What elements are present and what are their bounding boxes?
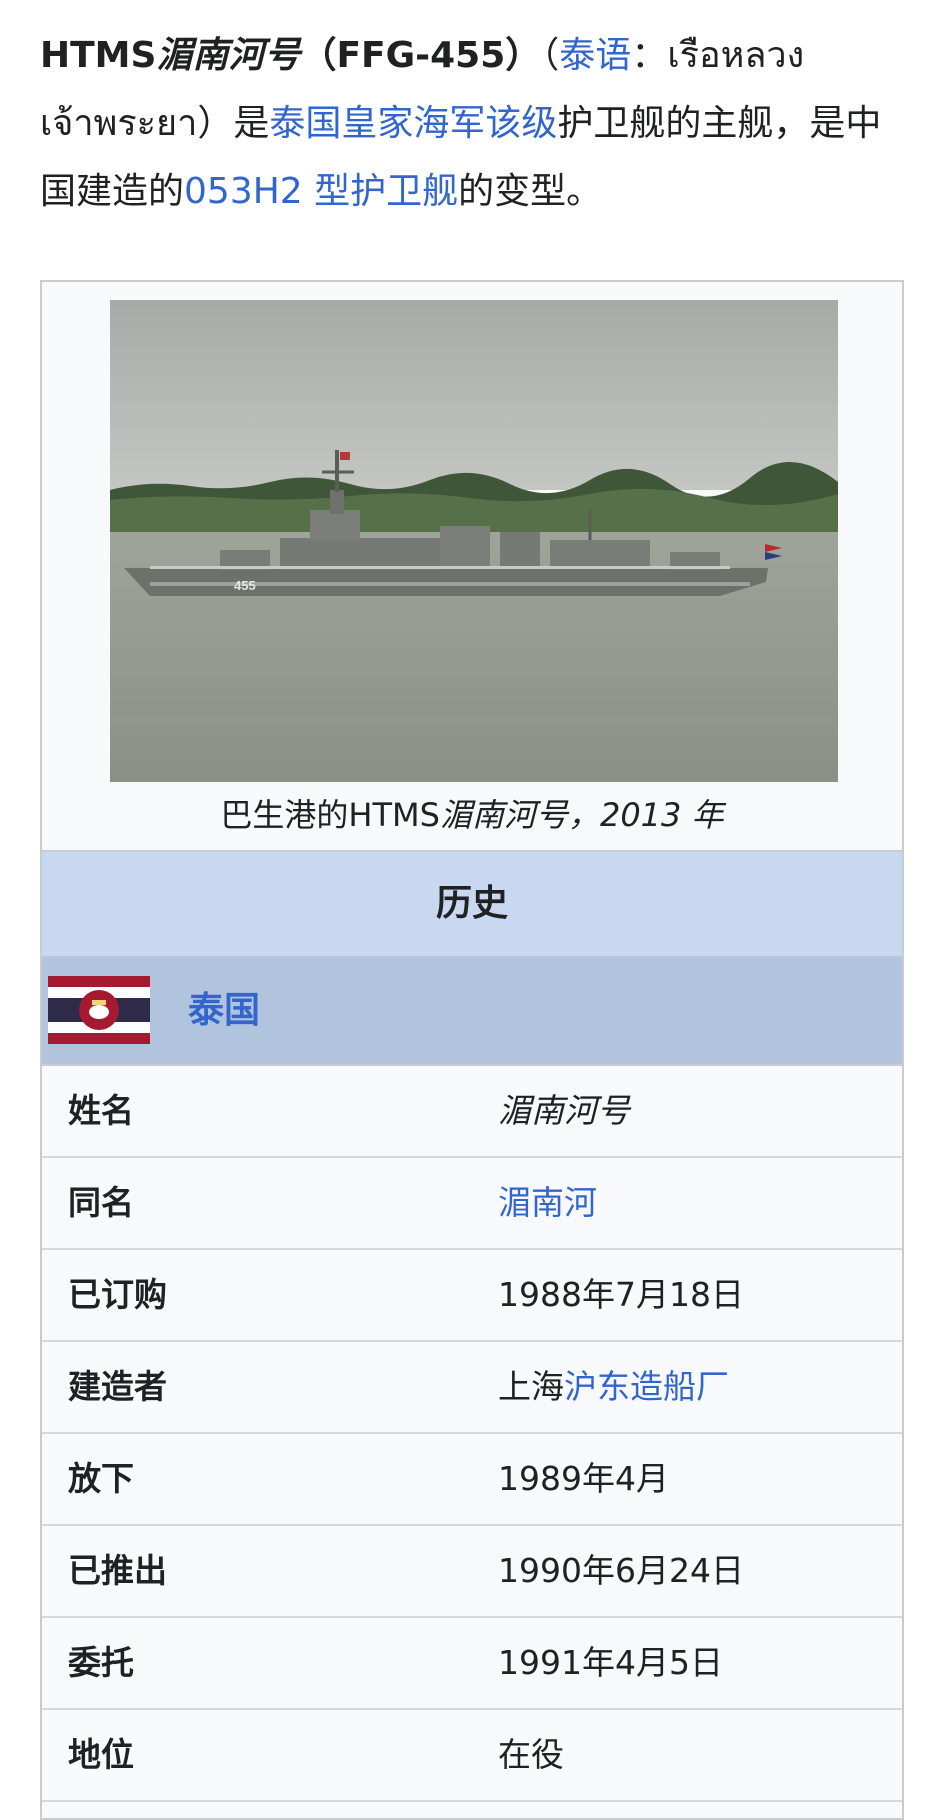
info-row-name: 姓名 湄南河号 — [42, 1066, 902, 1158]
intro-text-is: 是 — [233, 103, 270, 144]
row-label: 地位 — [68, 1735, 134, 1774]
info-row-namesake: 同名 湄南河 — [42, 1158, 902, 1250]
ship-photo[interactable]: 455 — [110, 300, 838, 782]
row-label: 放下 — [68, 1459, 134, 1498]
row-value: 1990年6月24日 — [498, 1551, 744, 1590]
namesake-link[interactable]: 湄南河 — [498, 1158, 597, 1248]
row-label: 同名 — [68, 1183, 134, 1222]
caption-prefix: 巴生港的HTMS — [220, 796, 440, 834]
info-row-commissioned: 委托 1991年4月5日 — [42, 1618, 902, 1710]
article-title-name: 湄南河号 — [156, 35, 301, 76]
row-label: 委托 — [68, 1643, 134, 1682]
hull-number-marking: 455 — [234, 578, 256, 593]
country-link-thailand[interactable]: 泰国 — [188, 958, 260, 1066]
row-label: 建造者 — [68, 1367, 167, 1406]
infobox: 455 巴生港的HTMS湄南河号，2013 年 历史 泰国 姓名 湄南河号 同名… — [40, 280, 904, 1820]
open-paren: （ — [541, 35, 560, 76]
row-value: 湄南河号 — [498, 1091, 630, 1130]
builder-city: 上海 — [498, 1367, 564, 1406]
builder-link[interactable]: 沪东造船厂 — [564, 1367, 729, 1406]
info-row-launched: 已推出 1990年6月24日 — [42, 1526, 902, 1618]
colon: ： — [631, 35, 668, 76]
info-row-ordered: 已订购 1988年7月18日 — [42, 1250, 902, 1342]
row-label: 姓名 — [68, 1091, 134, 1130]
royal-thai-navy-class-link[interactable]: 泰国皇家海军该级 — [269, 103, 557, 144]
intro-text-end: 的变型。 — [458, 171, 603, 212]
row-value: 1988年7月18日 — [498, 1275, 744, 1314]
intro-paragraph: HTMS湄南河号（FFG-455）（泰语：เรือหลวงเจ้าพระยา）是… — [40, 22, 910, 226]
thai-navy-flag-icon — [48, 976, 150, 1044]
thai-language-link[interactable]: 泰语 — [559, 35, 631, 76]
row-value: 1989年4月 — [498, 1459, 669, 1498]
caption-italic: 湄南河号，2013 年 — [439, 796, 724, 834]
row-value: 上海沪东造船厂 — [498, 1342, 729, 1432]
close-paren: ） — [197, 103, 234, 144]
info-row-builder: 建造者 上海沪东造船厂 — [42, 1342, 902, 1434]
article-title-prefix: HTMS — [40, 35, 157, 76]
type-053h2-frigate-link[interactable]: 053H2 型护卫舰 — [184, 171, 458, 212]
row-label: 已推出 — [68, 1551, 167, 1590]
country-row: 泰国 — [42, 958, 902, 1066]
row-value: 1991年4月5日 — [498, 1643, 723, 1682]
row-value: 在役 — [498, 1735, 564, 1774]
info-row-laid-down: 放下 1989年4月 — [42, 1434, 902, 1526]
info-row-status: 地位 在役 — [42, 1710, 902, 1802]
hull-code: （FFG-455） — [300, 35, 542, 76]
photo-caption: 巴生港的HTMS湄南河号，2013 年 — [42, 782, 902, 848]
history-header: 历史 — [42, 850, 902, 958]
row-label: 已订购 — [68, 1275, 167, 1314]
